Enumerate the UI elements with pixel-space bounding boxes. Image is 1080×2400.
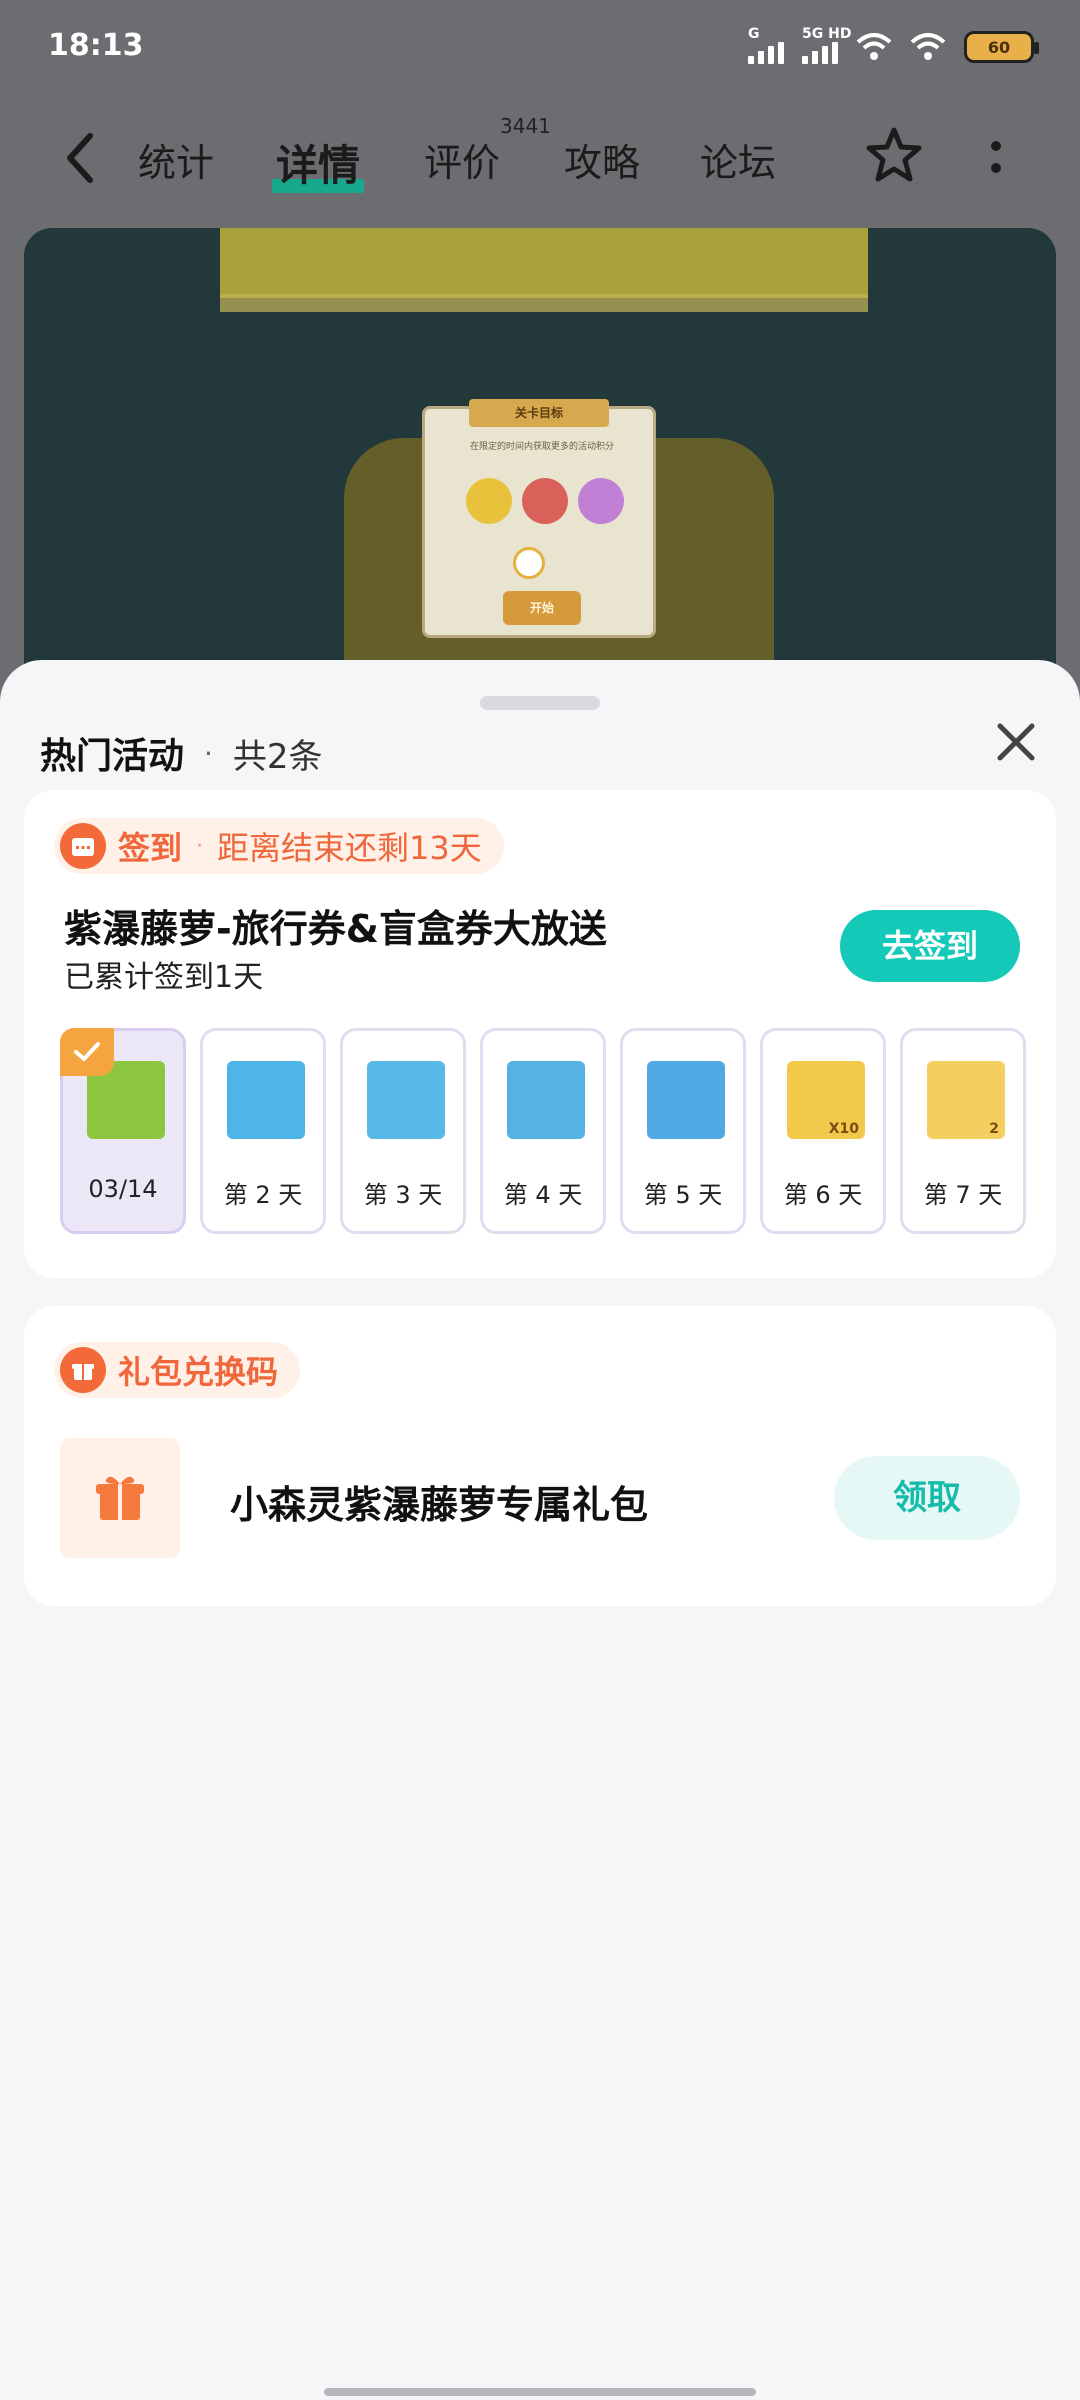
- star-icon[interactable]: [862, 124, 926, 188]
- top-nav: 统计 详情 评价 3441 攻略 论坛: [0, 110, 1080, 206]
- signin-day-6[interactable]: X10 第 6 天: [760, 1028, 886, 1234]
- reward-badge: 2: [989, 1121, 999, 1137]
- tab-guides[interactable]: 攻略: [564, 132, 640, 187]
- close-icon[interactable]: [994, 720, 1038, 764]
- claim-button[interactable]: 领取: [834, 1456, 1020, 1540]
- shore-decoration: [220, 294, 868, 312]
- gift-code-tag: 礼包兑换码: [54, 1342, 301, 1398]
- tab-stats[interactable]: 统计: [138, 132, 214, 187]
- day-label: 03/14: [88, 1175, 158, 1203]
- day-label: 第 5 天: [643, 1181, 723, 1209]
- gift-tag-icon: [60, 1347, 106, 1393]
- signal-icon: G: [748, 26, 784, 64]
- sheet-header: 热门活动 · 共2条: [40, 718, 323, 788]
- signin-tag: 签到 · 距离结束还剩13天: [54, 818, 504, 874]
- battery-level: 60: [987, 37, 1011, 57]
- signal-5g-icon: 5G HD: [802, 26, 851, 64]
- reward-icon: 2: [927, 1061, 1005, 1139]
- signin-day-3[interactable]: 第 3 天: [340, 1028, 466, 1234]
- day-label: 第 2 天: [223, 1181, 303, 1209]
- signal-tag: G: [748, 26, 760, 42]
- status-icons: G 5G HD 60: [748, 26, 1039, 64]
- back-icon[interactable]: [56, 130, 106, 186]
- separator-dot: ·: [204, 736, 213, 770]
- dialog-title: 关卡目标: [469, 399, 609, 427]
- reward-icon: [367, 1061, 445, 1139]
- day-label: 第 7 天: [923, 1181, 1003, 1209]
- signin-tag-label: 签到: [118, 829, 183, 867]
- alarm-clock-icon: [513, 547, 545, 579]
- tab-forum[interactable]: 论坛: [700, 132, 776, 187]
- activity-title: 紫瀑藤萝-旅行券&盲盒券大放送: [64, 907, 607, 951]
- status-bar: 18:13 G 5G HD 60: [0, 0, 1080, 96]
- signin-day-1[interactable]: 03/14: [60, 1028, 186, 1234]
- signin-day-7[interactable]: 2 第 7 天: [900, 1028, 1026, 1234]
- more-options-icon[interactable]: [980, 136, 1012, 180]
- grass-decoration: [220, 228, 868, 298]
- fruit-icons: [445, 461, 645, 541]
- time-remaining: 距离结束还剩13天: [217, 829, 482, 867]
- reward-icon: [507, 1061, 585, 1139]
- checkmark-icon: [60, 1028, 114, 1076]
- signin-day-4[interactable]: 第 4 天: [480, 1028, 606, 1234]
- reward-icon: [227, 1061, 305, 1139]
- reward-icon: X10: [787, 1061, 865, 1139]
- day-label: 第 4 天: [503, 1181, 583, 1209]
- day-label: 第 6 天: [783, 1181, 863, 1209]
- signin-activity-card: 签到 · 距离结束还剩13天 紫瀑藤萝-旅行券&盲盒券大放送 已累计签到1天 去…: [24, 790, 1056, 1278]
- battery-icon: 60: [964, 31, 1039, 63]
- dialog-hint: 在限定的时间内获取更多的活动积分: [469, 442, 614, 452]
- day-label: 第 3 天: [363, 1181, 443, 1209]
- signin-day-2[interactable]: 第 2 天: [200, 1028, 326, 1234]
- tab-details-label: 详情: [276, 141, 361, 190]
- tab-details[interactable]: 详情: [272, 132, 365, 193]
- hot-activities-sheet: 热门活动 · 共2条 签到 · 距离结束还剩13天 紫瀑藤萝-旅行券&盲盒券大放…: [0, 660, 1080, 2400]
- gift-code-card: 礼包兑换码 小森灵紫瀑藤萝专属礼包 领取: [24, 1306, 1056, 1606]
- checkin-button[interactable]: 去签到: [840, 910, 1020, 982]
- home-indicator[interactable]: [324, 2388, 756, 2396]
- wifi-icon: [856, 33, 892, 60]
- tab-reviews[interactable]: 评价: [424, 132, 500, 187]
- signin-day-5[interactable]: 第 5 天: [620, 1028, 746, 1234]
- sheet-title: 热门活动: [40, 736, 185, 777]
- sheet-drag-handle[interactable]: [480, 696, 600, 710]
- signal-5g-tag: 5G HD: [802, 26, 852, 42]
- gift-icon: [60, 1438, 180, 1558]
- level-goal-dialog: 关卡目标 在限定的时间内获取更多的活动积分 开始: [422, 399, 656, 638]
- activity-count: 共2条: [232, 736, 323, 777]
- signin-days-list: 03/14 第 2 天 第 3 天 第 4 天 第 5 天 X10 第 6 天 …: [60, 1028, 1026, 1234]
- reward-badge: X10: [828, 1121, 859, 1137]
- gift-pack-row: 小森灵紫瀑藤萝专属礼包 领取: [60, 1438, 1020, 1558]
- gift-pack-name: 小森灵紫瀑藤萝专属礼包: [230, 1483, 649, 1527]
- reward-icon: [647, 1061, 725, 1139]
- tag-separator: ·: [196, 833, 204, 859]
- calendar-icon: [60, 823, 106, 869]
- start-game-button: 开始: [503, 591, 581, 625]
- signin-progress: 已累计签到1天: [64, 960, 264, 995]
- review-count: 3441: [500, 114, 551, 138]
- wifi-icon-2: [910, 33, 946, 60]
- gift-code-tag-label: 礼包兑换码: [118, 1353, 279, 1391]
- game-screenshot[interactable]: 关卡目标 在限定的时间内获取更多的活动积分 开始: [24, 228, 1056, 708]
- status-time: 18:13: [48, 28, 144, 63]
